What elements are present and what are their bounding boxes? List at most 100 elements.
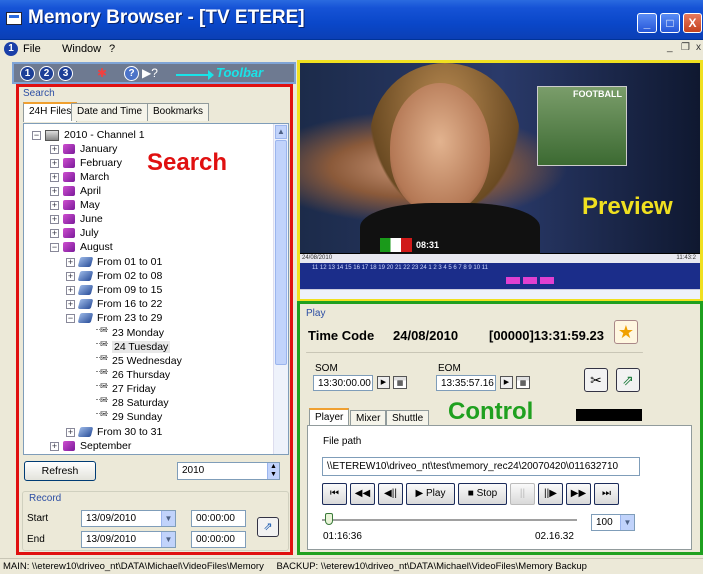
- scissors-icon[interactable]: ✂: [584, 368, 608, 392]
- tree-day[interactable]: 28 Saturday: [96, 396, 169, 410]
- spinner-arrows-icon[interactable]: ▲ ▼: [267, 463, 279, 479]
- tree-scrollbar[interactable]: ▲: [273, 124, 288, 454]
- start-date-picker[interactable]: 13/09/2010 ▼: [81, 510, 176, 527]
- timeline[interactable]: 11 12 13 14 15 16 17 18 19 20 21 22 23 2…: [300, 263, 700, 289]
- tree-week[interactable]: + From 09 to 15: [66, 283, 162, 297]
- tree-week[interactable]: + From 30 to 31: [66, 425, 162, 439]
- tree-month[interactable]: + February: [50, 156, 122, 170]
- tab-24h-files[interactable]: 24H Files: [23, 102, 78, 122]
- expand-icon[interactable]: +: [66, 427, 75, 437]
- year-spinner[interactable]: 2010 ▲ ▼: [177, 462, 280, 480]
- tree-day[interactable]: 25 Wednesday: [96, 354, 182, 368]
- end-date-picker[interactable]: 13/09/2010 ▼: [81, 531, 176, 548]
- bookmark-star-icon[interactable]: ★: [614, 320, 638, 344]
- minimize-button[interactable]: _: [637, 13, 657, 33]
- expand-icon[interactable]: +: [50, 186, 59, 196]
- first-frame-button[interactable]: ⏮: [322, 483, 347, 505]
- tree-month[interactable]: + July: [50, 226, 99, 240]
- help-icon[interactable]: ?: [124, 66, 139, 81]
- tree-day[interactable]: 27 Friday: [96, 382, 156, 396]
- last-frame-button[interactable]: ⏭: [594, 483, 619, 505]
- expand-icon[interactable]: +: [50, 158, 59, 168]
- expand-icon[interactable]: +: [50, 172, 59, 182]
- expand-icon[interactable]: +: [50, 144, 59, 154]
- playback-slider-thumb[interactable]: [324, 513, 333, 525]
- stop-button[interactable]: ■ Stop: [458, 483, 507, 505]
- maximize-button[interactable]: □: [660, 13, 680, 33]
- year-value: 2010: [182, 465, 205, 476]
- toolbar-button-2[interactable]: 2: [39, 66, 54, 81]
- tree-day[interactable]: 23 Monday: [96, 326, 164, 340]
- scroll-up-icon[interactable]: ▲: [275, 125, 287, 139]
- expand-icon[interactable]: +: [66, 285, 75, 295]
- scroll-thumb[interactable]: [275, 140, 287, 365]
- eom-play-icon[interactable]: ▶: [500, 376, 513, 389]
- dropdown-arrow-icon[interactable]: ▼: [161, 532, 175, 547]
- som-play-icon[interactable]: ▶: [377, 376, 390, 389]
- tree-month[interactable]: + April: [50, 184, 101, 198]
- recording-segment[interactable]: [523, 277, 537, 284]
- recording-segment[interactable]: [540, 277, 554, 284]
- recording-segment[interactable]: [506, 277, 520, 284]
- collapse-icon[interactable]: −: [32, 130, 41, 140]
- menu-window[interactable]: Window: [62, 43, 101, 55]
- expand-icon[interactable]: +: [50, 228, 59, 238]
- fast-forward-button[interactable]: ▶▶: [566, 483, 591, 505]
- export-icon[interactable]: ⇗: [616, 368, 640, 392]
- tree-month[interactable]: + March: [50, 170, 109, 184]
- tree-week[interactable]: + From 01 to 01: [66, 255, 162, 269]
- som-field[interactable]: 13:30:00.00: [313, 375, 373, 391]
- close-button[interactable]: X: [683, 13, 702, 33]
- tab-bookmarks[interactable]: Bookmarks: [147, 103, 210, 121]
- rewind-button[interactable]: ◀◀: [350, 483, 375, 505]
- step-back-button[interactable]: ◀||: [378, 483, 403, 505]
- dropdown-arrow-icon[interactable]: ▼: [620, 515, 634, 530]
- menu-file[interactable]: File: [23, 43, 41, 55]
- toolbar-button-1[interactable]: 1: [20, 66, 35, 81]
- expand-icon[interactable]: +: [66, 257, 75, 267]
- tree-week[interactable]: − From 23 to 29: [66, 311, 162, 325]
- mdi-restore-button[interactable]: ❐: [681, 42, 690, 53]
- expand-icon[interactable]: +: [50, 441, 59, 451]
- context-help-icon[interactable]: ▶?: [142, 66, 158, 81]
- video-preview[interactable]: FOOTBALL 08:31: [300, 63, 700, 263]
- tree-root[interactable]: −2010 - Channel 1: [32, 128, 145, 142]
- file-path-field[interactable]: \\ETEREW10\driveo_nt\test\memory_rec24\2…: [322, 457, 640, 476]
- expand-icon[interactable]: +: [50, 200, 59, 210]
- som-calendar-icon[interactable]: ▦: [393, 376, 407, 389]
- tab-date-and-time[interactable]: Date and Time: [71, 103, 149, 121]
- tree-month[interactable]: + January: [50, 142, 117, 156]
- toolbar-button-3[interactable]: 3: [58, 66, 73, 81]
- tree-week[interactable]: + From 02 to 08: [66, 269, 162, 283]
- tree-month[interactable]: + June: [50, 212, 103, 226]
- tree-month[interactable]: + May: [50, 198, 100, 212]
- refresh-button[interactable]: Refresh: [24, 461, 96, 481]
- tree-month[interactable]: + September: [50, 439, 131, 453]
- step-forward-button[interactable]: ||▶: [538, 483, 563, 505]
- expand-icon[interactable]: +: [66, 299, 75, 309]
- mdi-close-button[interactable]: x: [696, 42, 701, 53]
- timeline-scrollbar[interactable]: [300, 289, 700, 299]
- collapse-icon[interactable]: −: [66, 313, 75, 323]
- expand-icon[interactable]: +: [66, 271, 75, 281]
- mdi-minimize-button[interactable]: _: [667, 42, 673, 53]
- eom-field[interactable]: 13:35:57.16: [436, 375, 496, 391]
- tree-week[interactable]: + From 16 to 22: [66, 297, 162, 311]
- record-export-icon[interactable]: ⇗: [257, 517, 279, 537]
- eom-calendar-icon[interactable]: ▦: [516, 376, 530, 389]
- playback-slider-track[interactable]: [322, 519, 577, 521]
- dropdown-arrow-icon[interactable]: ▼: [161, 511, 175, 526]
- tree-day[interactable]: 29 Sunday: [96, 410, 162, 424]
- tree-month[interactable]: − August: [50, 240, 113, 254]
- bug-icon[interactable]: ✱: [94, 66, 110, 81]
- menu-help[interactable]: ?: [109, 43, 115, 55]
- speed-select[interactable]: 100 ▼: [591, 514, 635, 531]
- pause-button[interactable]: ||: [510, 483, 535, 505]
- play-button[interactable]: ▶ Play: [406, 483, 455, 505]
- tree-day-selected[interactable]: 24 Tuesday: [96, 340, 171, 354]
- end-time-field[interactable]: 00:00:00: [191, 531, 246, 548]
- tree-day[interactable]: 26 Thursday: [96, 368, 170, 382]
- expand-icon[interactable]: +: [50, 214, 59, 224]
- collapse-icon[interactable]: −: [50, 242, 59, 252]
- start-time-field[interactable]: 00:00:00: [191, 510, 246, 527]
